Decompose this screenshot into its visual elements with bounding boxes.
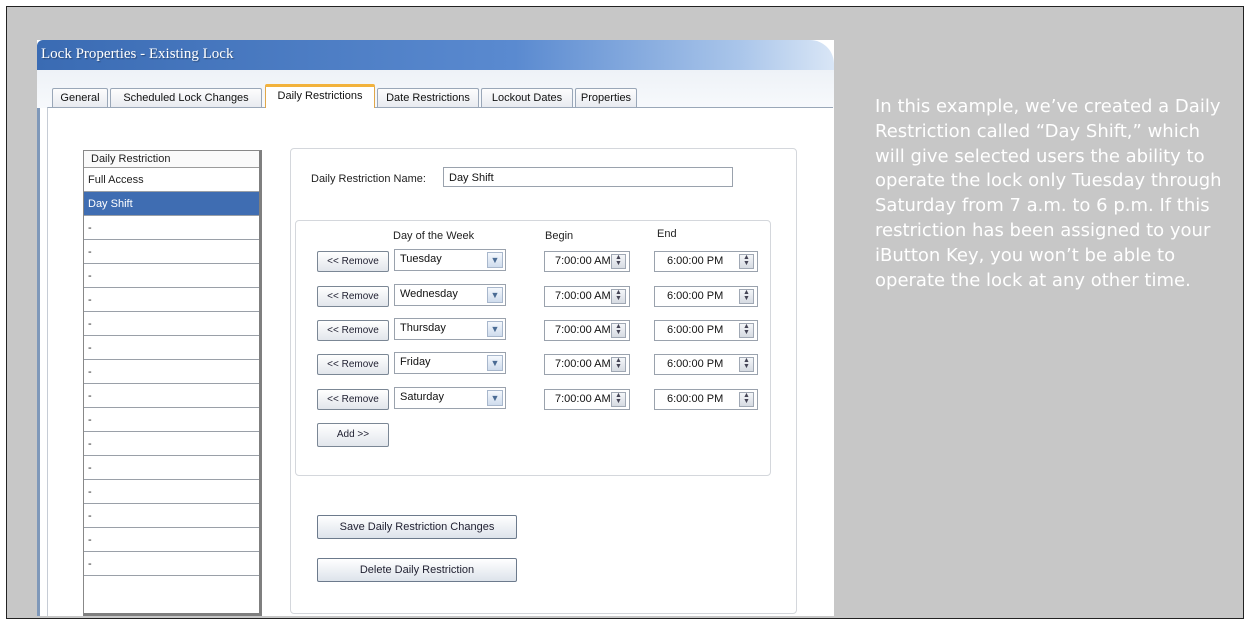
list-item[interactable]: - <box>84 432 259 456</box>
chevron-down-icon[interactable]: ▼ <box>487 390 503 406</box>
restriction-name-label: Daily Restriction Name: <box>311 173 426 185</box>
list-item[interactable]: - <box>84 408 259 432</box>
begin-time-field[interactable]: 7:00:00 AM ▲ ▼ <box>544 320 630 341</box>
spin-updown-icon[interactable]: ▲ ▼ <box>611 289 626 304</box>
delete-restriction-button[interactable]: Delete Daily Restriction <box>317 558 517 582</box>
remove-day-button[interactable]: << Remove <box>317 286 389 307</box>
chevron-down-icon[interactable]: ▼ <box>487 287 503 303</box>
spin-updown-icon[interactable]: ▲ ▼ <box>739 254 754 269</box>
begin-time-value: 7:00:00 AM <box>555 358 611 370</box>
restriction-list[interactable]: Daily Restriction Full Access Day Shift … <box>83 150 262 616</box>
begin-time-field[interactable]: 7:00:00 AM ▲ ▼ <box>544 286 630 307</box>
spin-updown-icon[interactable]: ▲ ▼ <box>611 392 626 407</box>
spin-updown-icon[interactable]: ▲ ▼ <box>739 289 754 304</box>
day-select[interactable]: Thursday ▼ <box>394 318 506 340</box>
day-value: Thursday <box>400 322 446 334</box>
day-select[interactable]: Friday ▼ <box>394 352 506 374</box>
spin-updown-icon[interactable]: ▲ ▼ <box>739 392 754 407</box>
chevron-down-icon[interactable]: ▼ <box>487 252 503 268</box>
spin-updown-icon[interactable]: ▲ ▼ <box>739 357 754 372</box>
chevron-down-icon[interactable]: ▼ <box>487 321 503 337</box>
tab-date-restrictions[interactable]: Date Restrictions <box>377 88 479 107</box>
tab-general[interactable]: General <box>52 88 108 107</box>
day-select[interactable]: Wednesday ▼ <box>394 284 506 306</box>
list-item[interactable]: - <box>84 264 259 288</box>
end-time-value: 6:00:00 PM <box>667 324 724 336</box>
list-item[interactable]: - <box>84 336 259 360</box>
end-time-value: 6:00:00 PM <box>667 255 724 267</box>
lock-properties-window: Lock Properties - Existing Lock General … <box>37 40 834 616</box>
list-header: Daily Restriction <box>84 151 259 168</box>
list-item[interactable]: - <box>84 312 259 336</box>
spin-updown-icon[interactable]: ▲ ▼ <box>739 323 754 338</box>
list-item[interactable]: - <box>84 384 259 408</box>
remove-day-button[interactable]: << Remove <box>317 354 389 375</box>
end-time-value: 6:00:00 PM <box>667 290 724 302</box>
window-title: Lock Properties - Existing Lock <box>41 46 234 62</box>
list-item[interactable]: - <box>84 288 259 312</box>
chevron-down-icon[interactable]: ▼ <box>487 355 503 371</box>
column-begin: Begin <box>545 230 574 242</box>
title-bar: Lock Properties - Existing Lock <box>37 40 834 70</box>
column-day-of-week: Day of the Week <box>393 230 475 242</box>
list-item[interactable]: - <box>84 528 259 552</box>
begin-time-field[interactable]: 7:00:00 AM ▲ ▼ <box>544 389 630 410</box>
day-value: Wednesday <box>400 288 458 300</box>
begin-time-value: 7:00:00 AM <box>555 393 611 405</box>
list-item[interactable]: - <box>84 360 259 384</box>
list-item[interactable]: - <box>84 456 259 480</box>
tab-daily-restrictions[interactable]: Daily Restrictions <box>265 84 375 108</box>
save-restriction-button[interactable]: Save Daily Restriction Changes <box>317 515 517 539</box>
day-value: Saturday <box>400 391 445 403</box>
begin-time-value: 7:00:00 AM <box>555 255 611 267</box>
slide-frame: Lock Properties - Existing Lock General … <box>6 6 1244 619</box>
list-item[interactable]: - <box>84 480 259 504</box>
spin-updown-icon[interactable]: ▲ ▼ <box>611 323 626 338</box>
end-time-field[interactable]: 6:00:00 PM ▲ ▼ <box>654 389 758 410</box>
remove-day-button[interactable]: << Remove <box>317 320 389 341</box>
column-end: End <box>657 228 677 240</box>
list-item-selected[interactable]: Day Shift <box>84 192 259 216</box>
tab-scheduled-lock-changes[interactable]: Scheduled Lock Changes <box>110 88 262 107</box>
end-time-field[interactable]: 6:00:00 PM ▲ ▼ <box>654 251 758 272</box>
add-day-button[interactable]: Add >> <box>317 423 389 447</box>
explanation-caption: In this example, we’ve created a Daily R… <box>875 96 1222 291</box>
end-time-field[interactable]: 6:00:00 PM ▲ ▼ <box>654 354 758 375</box>
end-time-value: 6:00:00 PM <box>667 393 724 405</box>
remove-day-button[interactable]: << Remove <box>317 389 389 410</box>
list-item[interactable]: - <box>84 504 259 528</box>
list-item[interactable]: - <box>84 240 259 264</box>
restriction-name-field[interactable]: Day Shift <box>443 167 733 187</box>
day-value: Friday <box>400 356 431 368</box>
list-item[interactable]: - <box>84 216 259 240</box>
list-item[interactable]: - <box>84 552 259 576</box>
tab-properties[interactable]: Properties <box>575 88 637 107</box>
begin-time-value: 7:00:00 AM <box>555 290 611 302</box>
day-select[interactable]: Tuesday ▼ <box>394 249 506 271</box>
remove-day-button[interactable]: << Remove <box>317 251 389 272</box>
begin-time-field[interactable]: 7:00:00 AM ▲ ▼ <box>544 251 630 272</box>
spin-updown-icon[interactable]: ▲ ▼ <box>611 254 626 269</box>
begin-time-value: 7:00:00 AM <box>555 324 611 336</box>
tab-lockout-dates[interactable]: Lockout Dates <box>481 88 573 107</box>
window-left-edge <box>37 108 40 616</box>
end-time-field[interactable]: 6:00:00 PM ▲ ▼ <box>654 286 758 307</box>
day-select[interactable]: Saturday ▼ <box>394 387 506 409</box>
list-item[interactable]: Full Access <box>84 168 259 192</box>
day-value: Tuesday <box>400 253 442 265</box>
end-time-field[interactable]: 6:00:00 PM ▲ ▼ <box>654 320 758 341</box>
end-time-value: 6:00:00 PM <box>667 358 724 370</box>
spin-updown-icon[interactable]: ▲ ▼ <box>611 357 626 372</box>
begin-time-field[interactable]: 7:00:00 AM ▲ ▼ <box>544 354 630 375</box>
